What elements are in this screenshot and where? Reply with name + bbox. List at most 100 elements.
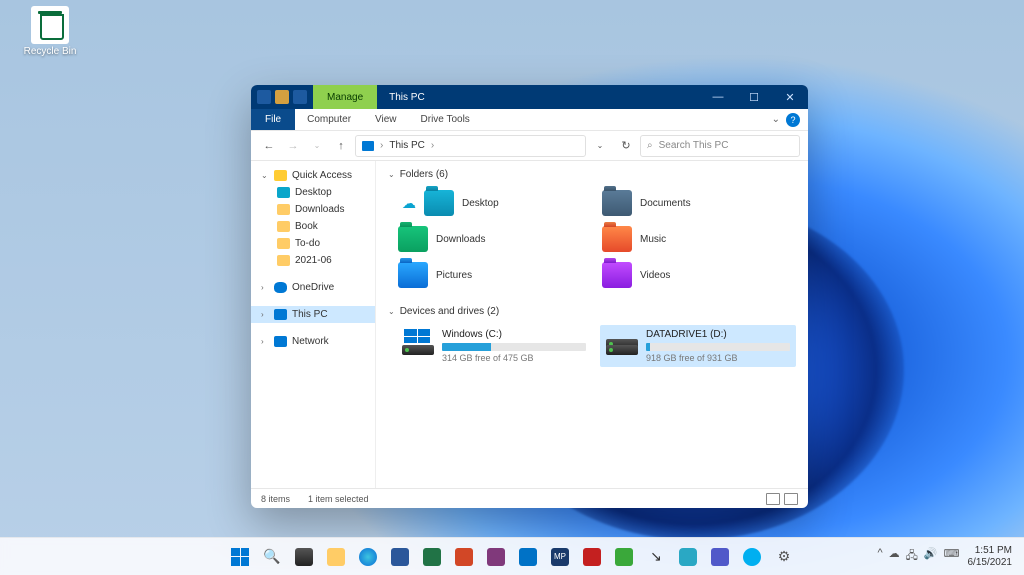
desktop-folder-icon	[424, 190, 454, 216]
drives-group-header[interactable]: ⌄Devices and drives (2)	[388, 302, 796, 321]
drive-c-usage-bar	[442, 343, 586, 351]
ribbon-drive-tools[interactable]: Drive Tools	[409, 109, 482, 130]
sidebar-item-desktop[interactable]: Desktop	[251, 184, 375, 201]
sidebar-network[interactable]: ›Network	[251, 333, 375, 350]
word-icon[interactable]	[387, 544, 413, 570]
nav-recent[interactable]: ⌄	[307, 136, 327, 156]
view-details-icon[interactable]	[766, 493, 780, 505]
recycle-bin-icon	[31, 6, 69, 44]
close-button[interactable]: ✕	[772, 85, 808, 109]
powerpoint-icon[interactable]	[451, 544, 477, 570]
file-explorer-taskbar-icon[interactable]	[323, 544, 349, 570]
onedrive-tray-icon[interactable]: ☁	[889, 547, 900, 566]
sidebar-item-todo[interactable]: To-do	[251, 235, 375, 252]
sidebar-this-pc[interactable]: ›This PC	[251, 306, 375, 323]
help-icon[interactable]: ?	[786, 113, 800, 127]
pictures-folder-icon	[398, 262, 428, 288]
search-input[interactable]: ⌕ Search This PC	[640, 135, 800, 157]
breadcrumb-root[interactable]: This PC	[389, 140, 425, 151]
teams-icon[interactable]	[707, 544, 733, 570]
input-tray-icon[interactable]: ⌨	[944, 547, 960, 566]
system-tray[interactable]: ^ ☁ 🖧 🔊 ⌨ 1:51 PM 6/15/2021	[865, 545, 1024, 568]
search-icon: ⌕	[647, 140, 653, 151]
ribbon-expand-icon[interactable]: ⌄	[772, 114, 780, 125]
volume-tray-icon[interactable]: 🔊	[924, 547, 938, 566]
folders-group-header[interactable]: ⌄Folders (6)	[388, 165, 796, 184]
app-icon-mp[interactable]: MP	[547, 544, 573, 570]
nav-forward[interactable]: →	[283, 136, 303, 156]
app-icon-green[interactable]	[611, 544, 637, 570]
clock-time: 1:51 PM	[968, 545, 1013, 557]
nav-up[interactable]: ↑	[331, 136, 351, 156]
task-view-button[interactable]	[291, 544, 317, 570]
ribbon-tabs: File Computer View Drive Tools ⌄ ?	[251, 109, 808, 131]
status-selected: 1 item selected	[308, 494, 369, 504]
quick-access-toolbar[interactable]	[251, 90, 313, 104]
recycle-bin-label: Recycle Bin	[18, 46, 82, 57]
onedrive-icon	[274, 282, 287, 293]
recycle-bin[interactable]: Recycle Bin	[18, 6, 82, 57]
folder-icon	[277, 238, 290, 249]
status-items: 8 items	[261, 494, 290, 504]
ribbon-view[interactable]: View	[363, 109, 409, 130]
breadcrumb-dropdown[interactable]: ⌄	[590, 136, 610, 156]
drive-c[interactable]: Windows (C:) 314 GB free of 475 GB	[396, 325, 592, 367]
outlook-icon[interactable]	[515, 544, 541, 570]
folder-videos[interactable]: Videos	[600, 258, 796, 292]
drive-c-free: 314 GB free of 475 GB	[442, 353, 586, 363]
tray-chevron-icon[interactable]: ^	[877, 547, 882, 566]
music-folder-icon	[602, 226, 632, 252]
cloud-sync-icon: ☁	[402, 195, 416, 212]
sidebar-item-2021-06[interactable]: 2021-06	[251, 252, 375, 269]
folder-icon	[277, 204, 290, 215]
search-button[interactable]: 🔍	[259, 544, 285, 570]
manage-tab[interactable]: Manage	[313, 85, 377, 109]
clock-date: 6/15/2021	[968, 557, 1013, 569]
view-large-icon[interactable]	[784, 493, 798, 505]
downloads-folder-icon	[398, 226, 428, 252]
ribbon-file[interactable]: File	[251, 109, 295, 130]
drive-c-icon	[402, 329, 434, 355]
settings-icon[interactable]: ⚙	[771, 544, 797, 570]
drive-d-usage-bar	[646, 343, 790, 351]
app-icon-arrow[interactable]: ↘	[643, 544, 669, 570]
explorer-window: Manage This PC ― ☐ ✕ File Computer View …	[251, 85, 808, 508]
onenote-icon[interactable]	[483, 544, 509, 570]
edge-icon[interactable]	[355, 544, 381, 570]
start-button[interactable]	[227, 544, 253, 570]
folder-music[interactable]: Music	[600, 222, 796, 256]
drive-d[interactable]: DATADRIVE1 (D:) 918 GB free of 931 GB	[600, 325, 796, 367]
folder-icon	[277, 221, 290, 232]
ribbon-computer[interactable]: Computer	[295, 109, 363, 130]
refresh-button[interactable]: ↻	[616, 136, 636, 156]
pc-icon	[274, 309, 287, 320]
minimize-button[interactable]: ―	[700, 85, 736, 109]
skype-icon[interactable]	[739, 544, 765, 570]
folder-pictures[interactable]: Pictures	[396, 258, 592, 292]
folder-documents[interactable]: Documents	[600, 186, 796, 220]
drive-d-free: 918 GB free of 931 GB	[646, 353, 790, 363]
star-icon	[274, 170, 287, 181]
navigation-pane: ⌄Quick Access Desktop Downloads Book To-…	[251, 161, 376, 488]
taskbar: 🔍 MP ↘ ⚙ ^ ☁ 🖧 🔊 ⌨ 1:51 PM 6/15/2021	[0, 537, 1024, 575]
maximize-button[interactable]: ☐	[736, 85, 772, 109]
address-bar: ← → ⌄ ↑ › This PC › ⌄ ↻ ⌕ Search This PC	[251, 131, 808, 161]
app-icon-cyan[interactable]	[675, 544, 701, 570]
taskbar-clock[interactable]: 1:51 PM 6/15/2021	[968, 545, 1013, 568]
folder-icon	[277, 255, 290, 266]
sidebar-onedrive[interactable]: ›OneDrive	[251, 279, 375, 296]
sidebar-item-downloads[interactable]: Downloads	[251, 201, 375, 218]
app-icon-red[interactable]	[579, 544, 605, 570]
titlebar[interactable]: Manage This PC ― ☐ ✕	[251, 85, 808, 109]
network-icon	[274, 336, 287, 347]
sidebar-item-book[interactable]: Book	[251, 218, 375, 235]
folder-downloads[interactable]: Downloads	[396, 222, 592, 256]
nav-back[interactable]: ←	[259, 136, 279, 156]
excel-icon[interactable]	[419, 544, 445, 570]
drive-d-icon	[606, 329, 638, 355]
sidebar-quick-access[interactable]: ⌄Quick Access	[251, 167, 375, 184]
folder-desktop[interactable]: ☁ Desktop	[396, 186, 592, 220]
breadcrumb[interactable]: › This PC ›	[355, 135, 586, 157]
network-tray-icon[interactable]: 🖧	[906, 547, 918, 566]
search-placeholder: Search This PC	[659, 140, 729, 151]
